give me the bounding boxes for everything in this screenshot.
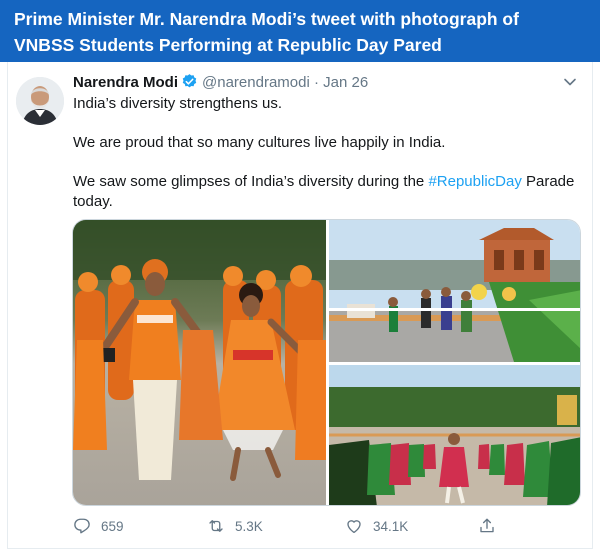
media-grid bbox=[72, 219, 581, 506]
banner-line-1: Prime Minister Mr. Narendra Modi’s tweet… bbox=[14, 9, 519, 29]
retweet-count: 5.3K bbox=[235, 518, 263, 534]
like-icon bbox=[347, 520, 361, 534]
reply-count: 659 bbox=[101, 518, 124, 534]
share-button[interactable] bbox=[478, 515, 506, 537]
tweet-actions: 659 5.3K 34.1K bbox=[73, 515, 578, 537]
tweet-card[interactable]: Narendra Modi @narendramodi · Jan 26 Indi… bbox=[7, 63, 593, 549]
reply-button[interactable]: 659 bbox=[73, 515, 124, 537]
tweet-text-line-1: India’s diversity strengthens us. bbox=[73, 95, 282, 112]
photo-dancers[interactable] bbox=[73, 220, 326, 505]
photo-performers-line[interactable] bbox=[329, 365, 580, 505]
tweet-text-line-3: We saw some glimpses of India’s diversit… bbox=[73, 172, 578, 192]
photo-parade-float[interactable] bbox=[329, 220, 580, 362]
tweet-header: Narendra Modi @narendramodi · Jan 26 bbox=[73, 73, 368, 93]
like-count: 34.1K bbox=[373, 518, 409, 534]
reply-icon bbox=[74, 518, 90, 534]
tweet-text-line-3-after: Parade bbox=[521, 173, 575, 190]
chevron-down-icon[interactable] bbox=[561, 73, 579, 91]
tweet-text-line-3-before: We saw some glimpses of India’s diversit… bbox=[73, 173, 429, 190]
author-name[interactable]: Narendra Modi bbox=[73, 74, 178, 91]
title-banner: Prime Minister Mr. Narendra Modi’s tweet… bbox=[0, 0, 600, 62]
share-icon bbox=[480, 518, 494, 533]
like-button[interactable]: 34.1K bbox=[345, 515, 408, 537]
avatar[interactable] bbox=[16, 77, 64, 125]
tweet-date[interactable]: Jan 26 bbox=[323, 74, 368, 91]
banner-line-2: VNBSS Students Performing at Republic Da… bbox=[14, 35, 442, 55]
tweet-text-line-2: We are proud that so many cultures live … bbox=[73, 134, 446, 151]
retweet-button[interactable]: 5.3K bbox=[207, 515, 263, 537]
retweet-icon bbox=[209, 520, 223, 532]
tweet-text-line-4: today. bbox=[73, 192, 113, 210]
tweet-text: India’s diversity strengthens us. We are… bbox=[73, 94, 578, 211]
verified-badge-icon bbox=[182, 74, 197, 88]
hashtag-link[interactable]: #RepublicDay bbox=[428, 173, 521, 190]
author-handle[interactable]: @narendramodi bbox=[202, 74, 310, 91]
separator-dot: · bbox=[313, 74, 319, 91]
